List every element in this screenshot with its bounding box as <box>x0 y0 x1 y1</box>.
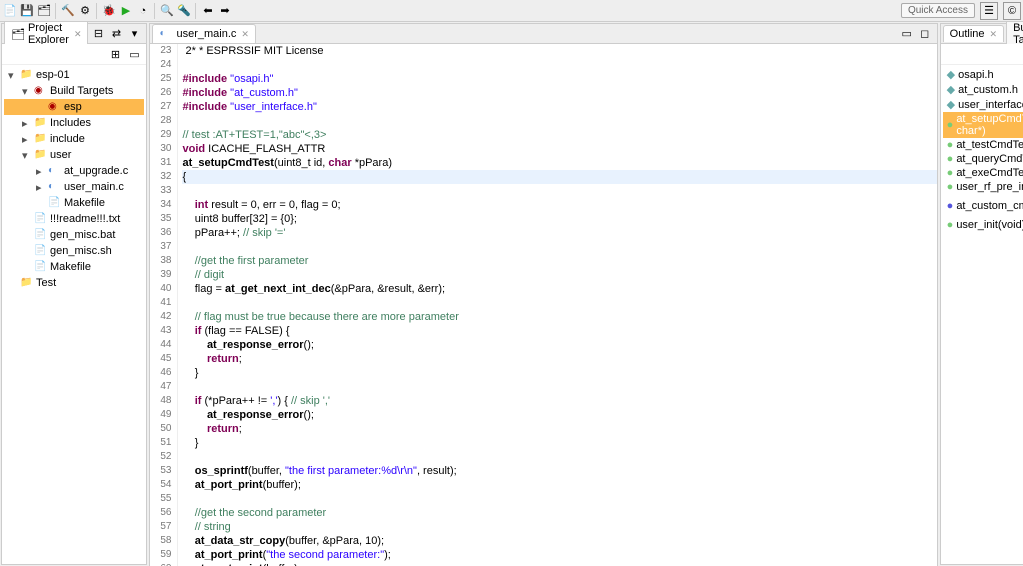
outline-list[interactable]: ◆osapi.h◆at_custom.h◆user_interface.h●at… <box>941 65 1023 564</box>
max-icon[interactable]: ◻ <box>917 26 933 42</box>
filter-icon[interactable]: ⊞ <box>107 46 123 62</box>
main-toolbar: 📄 💾 🗂 🔨 ⚙ 🐞 ▶ ◔ 🔍 🔦 ⬅ ➡ Quick Access ☰ © <box>0 0 1023 22</box>
close-icon[interactable]: ✕ <box>241 29 249 40</box>
tree-item[interactable]: ▾esp-01 <box>4 67 144 83</box>
outline-item[interactable]: ●user_init(void): void <box>943 218 1023 232</box>
tree-item[interactable]: Test <box>4 275 144 291</box>
tree-item[interactable]: gen_misc.sh <box>4 243 144 259</box>
link-editor-icon[interactable]: ⇄ <box>108 26 124 42</box>
nav-back-icon[interactable]: ⬅ <box>200 3 216 19</box>
c-perspective-icon[interactable]: © <box>1003 2 1021 20</box>
outline-item[interactable]: ●at_testCmdTest(uint8_t): void <box>943 138 1023 152</box>
close-icon[interactable]: ✕ <box>990 29 998 40</box>
tree-item[interactable]: ▸include <box>4 131 144 147</box>
editor-tab-label: user_main.c <box>176 28 236 40</box>
outline-item[interactable]: ●at_queryCmdTest(uint8_t): void <box>943 152 1023 166</box>
tree-item[interactable]: ▸at_upgrade.c <box>4 163 144 179</box>
tree-item[interactable]: ▾user <box>4 147 144 163</box>
outline-item[interactable]: ●at_exeCmdTest(uint8_t): void <box>943 166 1023 180</box>
project-explorer-panel: 🗂 Project Explorer ✕ ⊟ ⇄ ▾ ⊞ ▭ ▾esp-01▾B… <box>1 23 147 565</box>
outline-panel: Outline✕ Build Ta Task Lis ▭ ⇅ ○ ◐ ◑ ▾ ◆… <box>940 23 1023 565</box>
quick-access-input[interactable]: Quick Access <box>901 3 975 18</box>
search-icon[interactable]: 🔦 <box>176 3 192 19</box>
tree-item[interactable]: gen_misc.bat <box>4 227 144 243</box>
tree-item[interactable]: Makefile <box>4 195 144 211</box>
build-icon[interactable]: 🔨 <box>60 3 76 19</box>
build-all-icon[interactable]: ⚙ <box>77 3 93 19</box>
outline-item[interactable]: ◆user_interface.h <box>943 97 1023 112</box>
perspective-switcher-icon[interactable]: ☰ <box>980 2 998 20</box>
outline-item[interactable]: ◆osapi.h <box>943 67 1023 82</box>
outline-item[interactable]: ●at_setupCmdTest(uint8_t, char*): void <box>943 112 1023 138</box>
tree-item[interactable]: ▾Build Targets <box>4 83 144 99</box>
outline-item[interactable]: ●at_custom_cmd: at_funcationType[] <box>943 194 1023 218</box>
outline-item[interactable]: ●user_rf_pre_init(void): void <box>943 180 1023 194</box>
close-icon[interactable]: ✕ <box>74 29 82 40</box>
tree-item[interactable]: Makefile <box>4 259 144 275</box>
tree-item[interactable]: !!!readme!!!.txt <box>4 211 144 227</box>
outline-item[interactable]: ◆at_custom.h <box>943 82 1023 97</box>
outline-tab[interactable]: Outline✕ <box>943 25 1004 42</box>
open-type-icon[interactable]: 🔍 <box>159 3 175 19</box>
min-icon[interactable]: ▭ <box>899 26 915 42</box>
debug-icon[interactable]: 🐞 <box>101 3 117 19</box>
menu-icon[interactable]: ▾ <box>126 26 142 42</box>
editor-tab[interactable]: user_main.c ✕ <box>152 24 255 43</box>
tree-item[interactable]: esp <box>4 99 144 115</box>
new-icon[interactable]: 📄 <box>2 3 18 19</box>
tree-item[interactable]: ▸Includes <box>4 115 144 131</box>
save-icon[interactable]: 💾 <box>19 3 35 19</box>
tree-item[interactable]: ▸user_main.c <box>4 179 144 195</box>
save-all-icon[interactable]: 🗂 <box>36 3 52 19</box>
nav-fwd-icon[interactable]: ➡ <box>217 3 233 19</box>
run-icon[interactable]: ▶ <box>118 3 134 19</box>
editor-panel: user_main.c ✕ ▭ ◻ 23 24 25 26 27 28 29 3… <box>149 23 937 566</box>
min-icon[interactable]: ▭ <box>126 46 142 62</box>
profile-icon[interactable]: ◔ <box>135 3 151 19</box>
code-editor[interactable]: 23 24 25 26 27 28 29 30 31 32 33 34 35 3… <box>150 44 936 566</box>
project-tree[interactable]: ▾esp-01▾Build Targetsesp▸Includes▸includ… <box>2 65 146 564</box>
explorer-title: Project Explorer <box>28 22 69 46</box>
explorer-icon: 🗂 <box>11 28 25 41</box>
c-file-icon <box>159 27 173 41</box>
collapse-all-icon[interactable]: ⊟ <box>90 26 106 42</box>
